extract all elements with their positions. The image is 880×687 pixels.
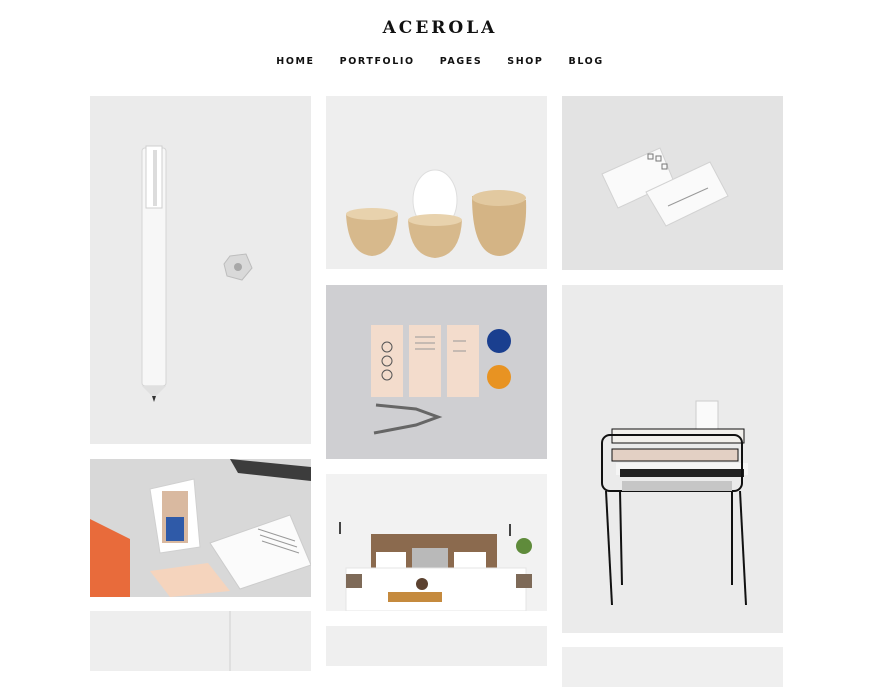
nav-blog[interactable]: BLOG: [569, 56, 604, 67]
portfolio-item-partial-2[interactable]: [326, 626, 547, 666]
site-title[interactable]: ACEROLA: [0, 18, 880, 38]
portfolio-item-stationery[interactable]: [326, 285, 547, 459]
portfolio-item-prints[interactable]: [90, 459, 311, 597]
portfolio-item-bedroom[interactable]: [326, 474, 547, 611]
portfolio-item-partial[interactable]: [90, 611, 311, 671]
egg-cups-image: [326, 96, 547, 269]
side-table-image: [562, 285, 783, 633]
prints-image: [90, 459, 311, 597]
portfolio-item-business-cards[interactable]: [562, 96, 783, 270]
portfolio-item-pencil[interactable]: [90, 96, 311, 444]
pencil-image: [90, 96, 311, 444]
partial-image-3: [562, 647, 783, 687]
nav-home[interactable]: HOME: [276, 56, 314, 67]
main-nav: HOME PORTFOLIO PAGES SHOP BLOG: [0, 56, 880, 67]
nav-shop[interactable]: SHOP: [507, 56, 543, 67]
nav-portfolio[interactable]: PORTFOLIO: [340, 56, 415, 67]
portfolio-item-side-table[interactable]: [562, 285, 783, 633]
stationery-image: [326, 285, 547, 459]
portfolio-item-egg-cups[interactable]: [326, 96, 547, 269]
portfolio-item-partial-3[interactable]: [562, 647, 783, 687]
partial-image-2: [326, 626, 547, 666]
business-cards-image: [562, 96, 783, 270]
bedroom-image: [326, 474, 547, 611]
nav-pages[interactable]: PAGES: [440, 56, 483, 67]
partial-image: [90, 611, 311, 671]
